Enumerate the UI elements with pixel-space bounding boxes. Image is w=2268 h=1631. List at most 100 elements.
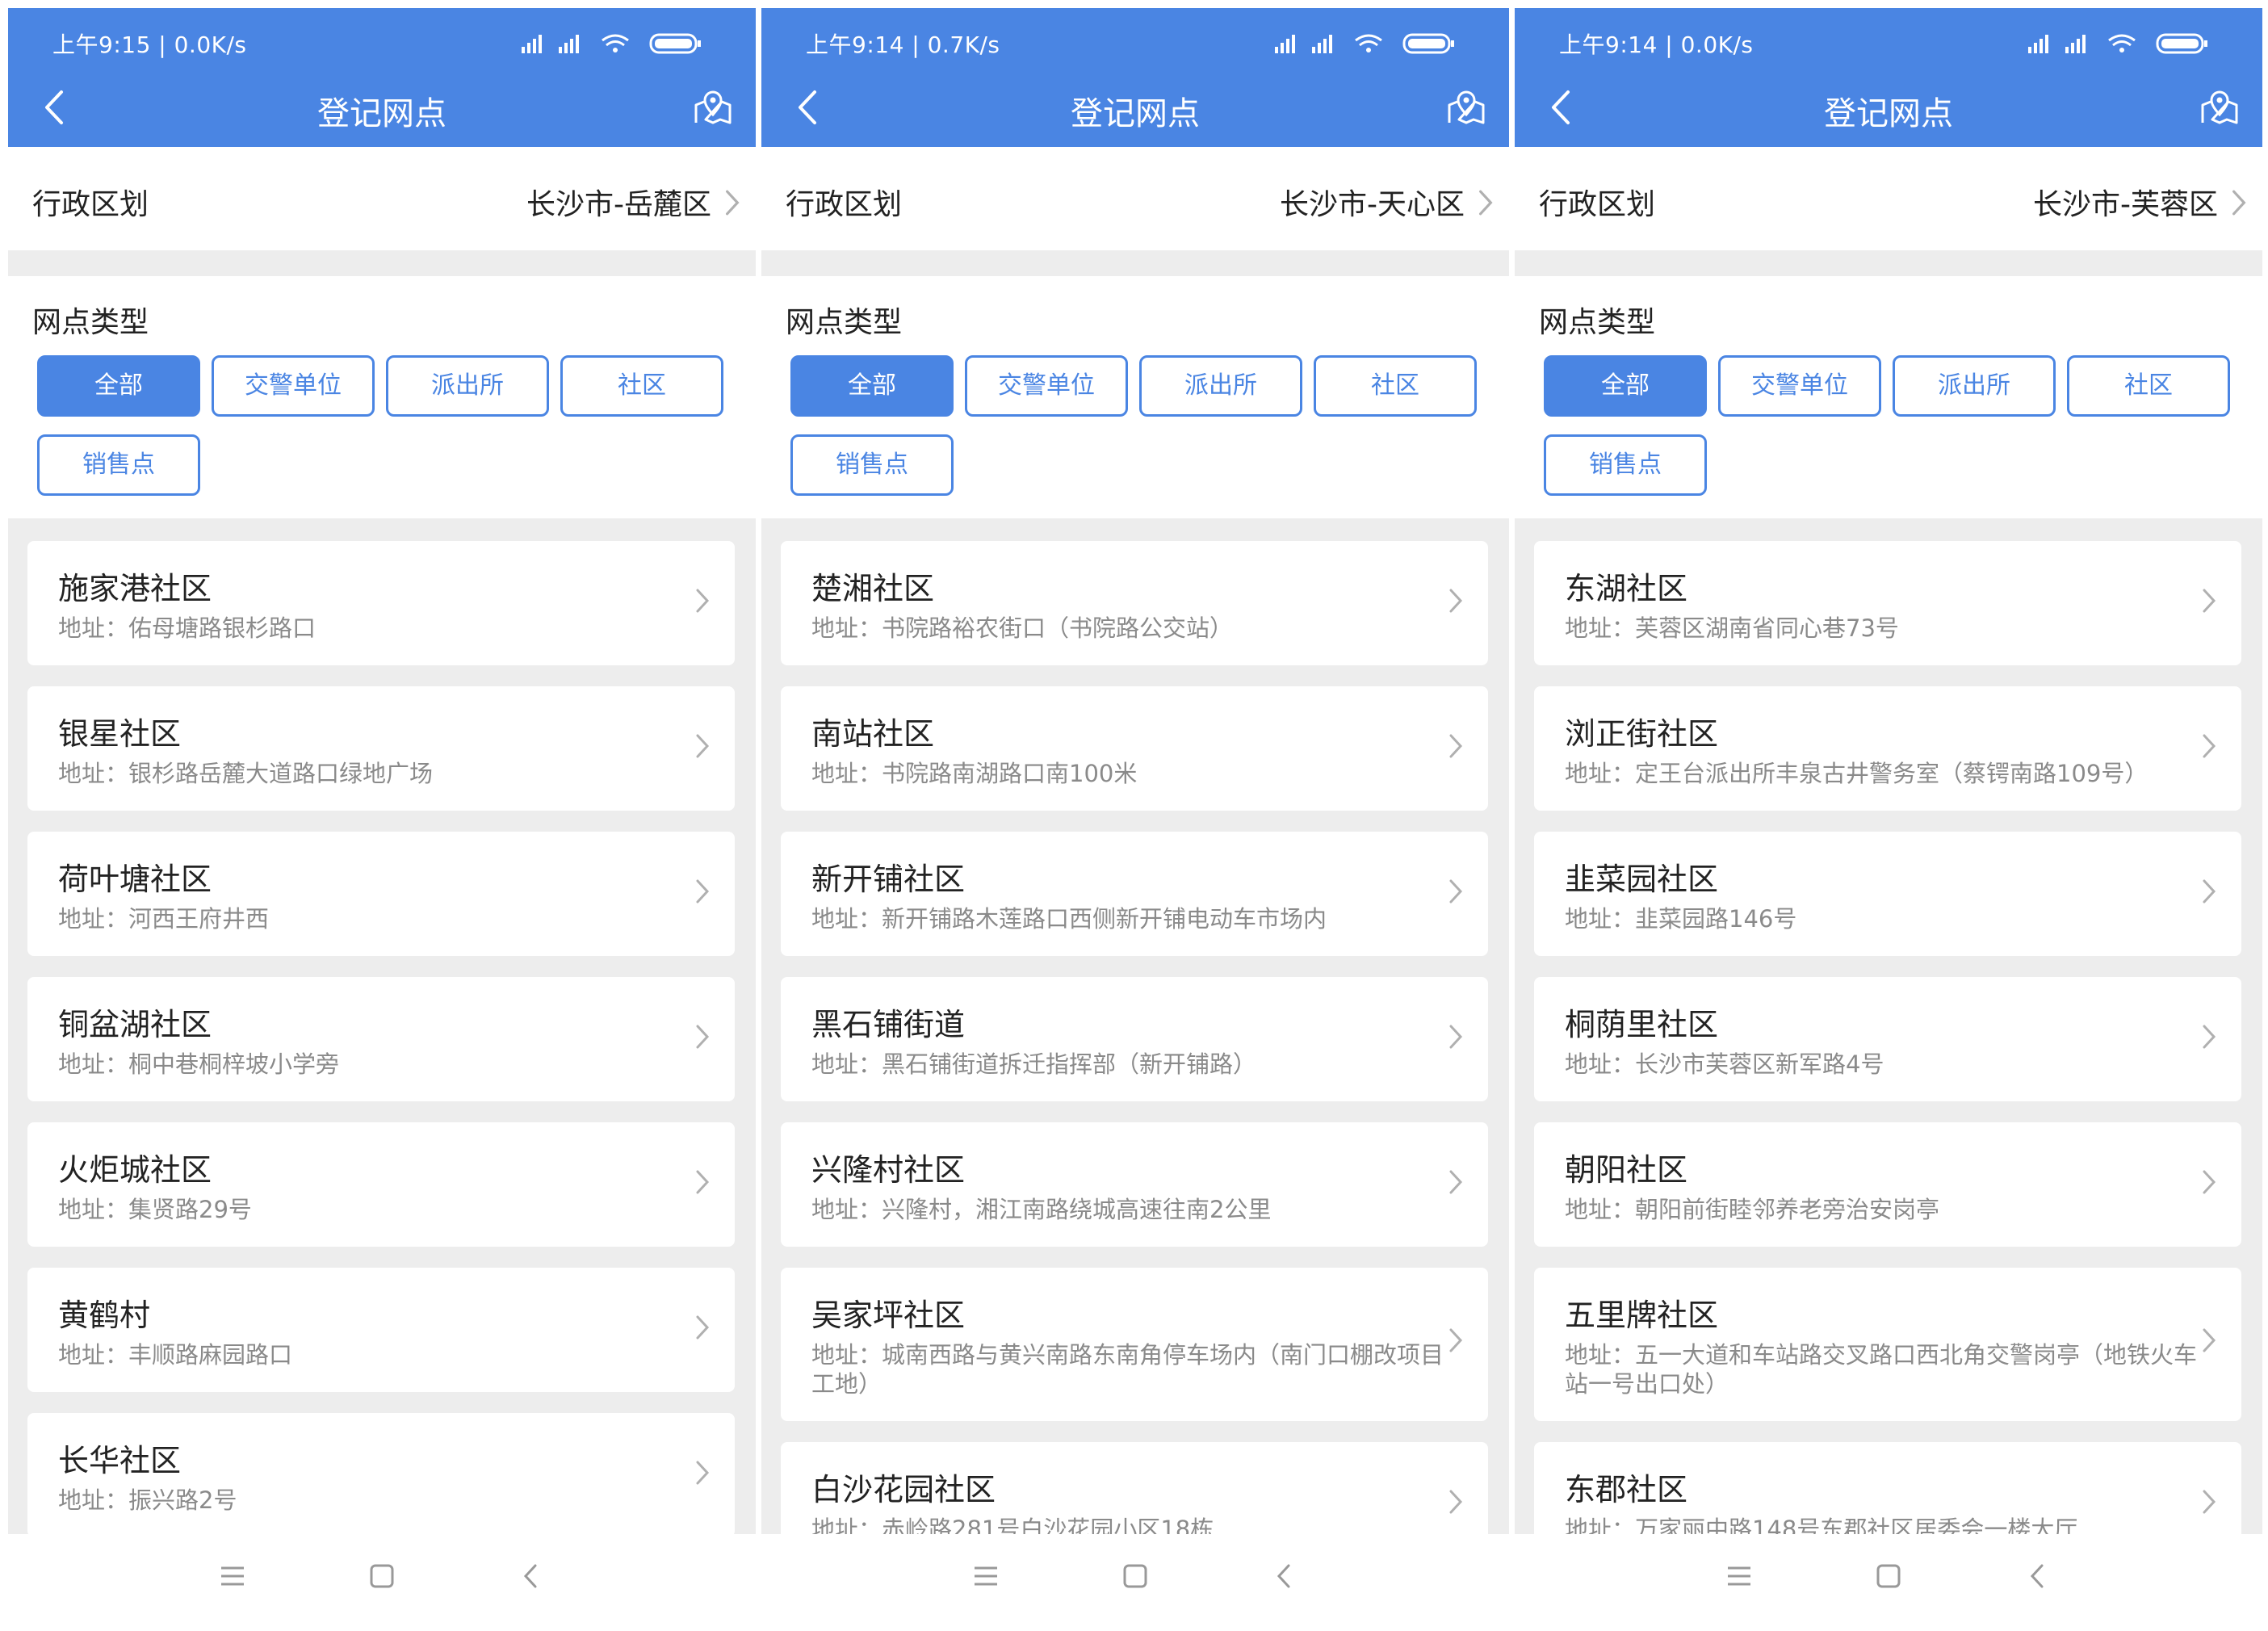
system-nav-bar bbox=[1515, 1534, 2262, 1621]
phone-screen: 上午9:15 | 0.0K/s 登记网点行政区划 长沙市-岳麓区网点类型全部 交警单位… bbox=[8, 8, 756, 1621]
site-address: 地址：黑石铺街道拆迁指挥部（新开铺路） bbox=[811, 1050, 1257, 1078]
type-chip[interactable]: 派出所 bbox=[1139, 355, 1302, 417]
type-chip[interactable]: 全部 bbox=[790, 355, 954, 417]
chevron-right-icon bbox=[1448, 588, 1464, 614]
site-name: 楚湘社区 bbox=[811, 571, 935, 606]
site-address: 地址：芙蓉区湖南省同心巷73号 bbox=[1565, 614, 1899, 642]
site-list: 施家港社区 地址：佑母塘路银杉路口银星社区地址：银杉路岳麓大道路口绿地广场荷叶塘社… bbox=[8, 518, 756, 1537]
chevron-right-icon bbox=[2201, 1024, 2217, 1050]
chevron-right-icon bbox=[694, 1024, 711, 1050]
site-address: 地址：银杉路岳麓大道路口绿地广场 bbox=[58, 760, 434, 787]
type-chip[interactable]: 销售点 bbox=[1544, 434, 1707, 496]
site-name: 新开铺社区 bbox=[811, 862, 966, 897]
site-name: 火炬城社区 bbox=[58, 1152, 212, 1188]
site-name: 南站社区 bbox=[811, 716, 935, 752]
type-label: 网点类型 bbox=[32, 306, 149, 339]
type-chip[interactable]: 交警单位 bbox=[212, 355, 375, 417]
list-item[interactable]: 铜盆湖社区 地址：桐中巷桐梓坡小学旁 bbox=[27, 977, 735, 1101]
region-selector[interactable]: 行政区划 长沙市-芙蓉区 bbox=[1515, 147, 2262, 250]
site-address: 地址：长沙市芙蓉区新军路4号 bbox=[1565, 1050, 1884, 1078]
type-label: 网点类型 bbox=[1539, 306, 1656, 339]
type-chip[interactable]: 派出所 bbox=[1893, 355, 2056, 417]
type-filter-section: 网点类型全部 交警单位 派出所 社区销售点 bbox=[8, 276, 756, 518]
region-label: 行政区划 bbox=[1539, 188, 1656, 221]
chevron-right-icon bbox=[2201, 588, 2217, 614]
region-label: 行政区划 bbox=[786, 188, 903, 221]
chevron-right-icon bbox=[2201, 1327, 2217, 1353]
site-address: 地址：佑母塘路银杉路口 bbox=[58, 614, 317, 642]
site-list: 楚湘社区 地址：书院路裕农街口（书院路公交站） 南站社区 地址：书院路南湖路口南100… bbox=[761, 518, 1509, 1566]
site-address: 地址：韭菜园路146号 bbox=[1565, 905, 1797, 933]
page-title: 登记网点 bbox=[317, 95, 446, 132]
list-item[interactable]: 吴家坪社区 地址：城南西路与黄兴南路东南角停车场内（南门口棚改项目工地） bbox=[781, 1268, 1488, 1421]
type-chip[interactable]: 派出所 bbox=[386, 355, 549, 417]
site-address: 地址：兴隆村，湘江南路绕城高速往南2公里 bbox=[811, 1196, 1272, 1223]
list-item[interactable]: 长华社区 地址：振兴路2号 bbox=[27, 1413, 735, 1537]
site-name: 黄鹤村 bbox=[58, 1298, 151, 1333]
type-filter-section: 网点类型 全部 交警单位 派出所 社区 销售点 bbox=[761, 276, 1509, 518]
type-chip[interactable]: 社区 bbox=[560, 355, 723, 417]
list-item[interactable]: 楚湘社区 地址：书院路裕农街口（书院路公交站） bbox=[781, 541, 1488, 665]
region-value: 长沙市-天心区 bbox=[1280, 188, 1465, 221]
list-item[interactable]: 施家港社区 地址：佑母塘路银杉路口 bbox=[27, 541, 735, 665]
chevron-right-icon bbox=[2201, 1489, 2217, 1515]
site-name: 兴隆村社区 bbox=[811, 1152, 966, 1188]
site-address: 地址：城南西路与黄兴南路东南角停车场内（南门口棚改项目工地） bbox=[811, 1341, 1444, 1398]
region-value: 长沙市-芙蓉区 bbox=[2033, 188, 2218, 221]
site-name: 荷叶塘社区 bbox=[58, 862, 212, 897]
map-icon[interactable] bbox=[1446, 87, 1486, 128]
type-chip[interactable]: 交警单位 bbox=[965, 355, 1128, 417]
type-chip[interactable]: 社区 bbox=[1314, 355, 1477, 417]
list-item[interactable]: 朝阳社区 地址：朝阳前街睦邻养老旁治安岗亭 bbox=[1534, 1122, 2241, 1247]
region-selector[interactable]: 行政区划 长沙市-岳麓区 bbox=[8, 147, 756, 250]
list-item[interactable]: 火炬城社区地址：集贤路29号 bbox=[27, 1122, 735, 1247]
type-chip[interactable]: 社区 bbox=[2067, 355, 2230, 417]
chevron-right-icon bbox=[694, 1314, 711, 1340]
site-name: 韭菜园社区 bbox=[1565, 862, 1719, 897]
map-icon[interactable] bbox=[2199, 87, 2240, 128]
chevron-right-icon bbox=[1448, 878, 1464, 904]
chevron-right-icon bbox=[2230, 189, 2248, 216]
map-icon[interactable] bbox=[693, 87, 733, 128]
app-header: 上午9:15 | 0.0K/s 登记网点 bbox=[8, 8, 756, 147]
region-selector[interactable]: 行政区划 长沙市-天心区 bbox=[761, 147, 1509, 250]
page-title: 登记网点 bbox=[1071, 95, 1200, 132]
chevron-right-icon bbox=[2201, 878, 2217, 904]
site-address: 地址：定王台派出所丰泉古井警务室（蔡锷南路109号） bbox=[1565, 760, 2149, 787]
type-chip[interactable]: 销售点 bbox=[37, 434, 200, 496]
list-item[interactable]: 五里牌社区 地址：五一大道和车站路交叉路口西北角交警岗亭（地铁火车站一号出口处） bbox=[1534, 1268, 2241, 1421]
list-item[interactable]: 黄鹤村 地址：丰顺路麻园路口 bbox=[27, 1268, 735, 1392]
site-name: 东湖社区 bbox=[1565, 571, 1688, 606]
site-name: 铜盆湖社区 bbox=[58, 1007, 212, 1042]
list-item[interactable]: 银星社区地址：银杉路岳麓大道路口绿地广场 bbox=[27, 686, 735, 811]
list-item[interactable]: 浏正街社区 地址：定王台派出所丰泉古井警务室（蔡锷南路109号） bbox=[1534, 686, 2241, 811]
type-chip[interactable]: 销售点 bbox=[790, 434, 954, 496]
status-time: 上午9:15 | 0.0K/s bbox=[52, 31, 247, 58]
region-value: 长沙市-岳麓区 bbox=[526, 188, 711, 221]
list-item[interactable]: 黑石铺街道 地址：黑石铺街道拆迁指挥部（新开铺路） bbox=[781, 977, 1488, 1101]
chevron-right-icon bbox=[2201, 1169, 2217, 1195]
list-item[interactable]: 兴隆村社区地址：兴隆村，湘江南路绕城高速往南2公里 bbox=[781, 1122, 1488, 1247]
type-chip[interactable]: 交警单位 bbox=[1718, 355, 1881, 417]
list-item[interactable]: 新开铺社区 地址：新开铺路木莲路口西侧新开铺电动车市场内 bbox=[781, 832, 1488, 956]
site-address: 地址：河西王府井西 bbox=[58, 905, 270, 933]
chevron-right-icon bbox=[2201, 733, 2217, 759]
site-name: 桐荫里社区 bbox=[1565, 1007, 1719, 1042]
chevron-right-icon bbox=[694, 588, 711, 614]
status-time: 上午9:14 | 0.0K/s bbox=[1559, 31, 1754, 58]
site-address: 地址：集贤路29号 bbox=[58, 1196, 252, 1223]
site-name: 银星社区 bbox=[58, 716, 182, 752]
list-item[interactable]: 韭菜园社区地址：韭菜园路146号 bbox=[1534, 832, 2241, 956]
chevron-right-icon bbox=[1448, 1169, 1464, 1195]
list-item[interactable]: 荷叶塘社区地址：河西王府井西 bbox=[27, 832, 735, 956]
list-item[interactable]: 桐荫里社区地址：长沙市芙蓉区新军路4号 bbox=[1534, 977, 2241, 1101]
type-chip[interactable]: 全部 bbox=[37, 355, 200, 417]
status-icons bbox=[522, 31, 715, 55]
chevron-right-icon bbox=[723, 189, 741, 216]
list-item[interactable]: 东湖社区地址：芙蓉区湖南省同心巷73号 bbox=[1534, 541, 2241, 665]
list-item[interactable]: 南站社区 地址：书院路南湖路口南100米 bbox=[781, 686, 1488, 811]
app-header: 上午9:14 | 0.7K/s 登记网点 bbox=[761, 8, 1509, 147]
type-chip[interactable]: 全部 bbox=[1544, 355, 1707, 417]
site-name: 东郡社区 bbox=[1565, 1472, 1688, 1507]
status-icons bbox=[2028, 31, 2222, 55]
